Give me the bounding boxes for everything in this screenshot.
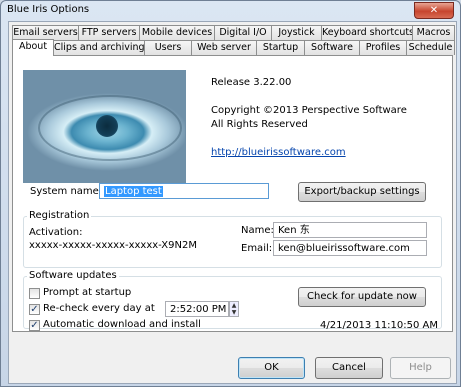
email-input[interactable]: ken@blueirissoftware.com <box>273 240 427 256</box>
activation-value: xxxxx-xxxxx-xxxxx-xxxxx-X9N2M <box>29 240 197 251</box>
email-label: Email: <box>241 243 273 254</box>
auto-download-checkbox[interactable]: ✓ <box>29 320 40 331</box>
export-backup-button[interactable]: Export/backup settings <box>298 182 426 202</box>
tab-keyboard-shortcuts[interactable]: Keyboard shortcuts <box>321 25 413 40</box>
options-window: Blue Iris Options ✕ Email servers FTP se… <box>0 0 461 387</box>
tab-about[interactable]: About <box>12 39 54 56</box>
title-bar: Blue Iris Options ✕ <box>1 1 460 19</box>
help-button[interactable]: Help <box>390 357 451 379</box>
name-label: Name: <box>241 225 274 236</box>
tab-schedule[interactable]: Schedule <box>406 40 455 55</box>
copyright-text: Copyright ©2013 Perspective Software <box>211 105 407 116</box>
spin-down-icon[interactable]: ▼ <box>230 309 238 316</box>
rights-text: All Rights Reserved <box>211 119 308 130</box>
prompt-at-startup-label: Prompt at startup <box>43 287 132 298</box>
tab-users[interactable]: Users <box>144 40 192 55</box>
name-input[interactable]: Ken 东 <box>273 222 427 238</box>
system-name-label: System name: <box>30 186 103 197</box>
tab-digital-io[interactable]: Digital I/O <box>214 25 272 40</box>
prompt-at-startup-checkbox[interactable] <box>29 288 40 299</box>
tab-clips-and-archiving[interactable]: Clips and archiving <box>53 40 145 55</box>
auto-download-label: Automatic download and install <box>43 319 201 330</box>
website-link[interactable]: http://blueirissoftware.com <box>211 147 346 158</box>
close-icon[interactable]: ✕ <box>414 2 454 19</box>
registration-title: Registration <box>27 210 92 221</box>
activation-label: Activation: <box>29 227 83 238</box>
tab-email-servers[interactable]: Email servers <box>12 25 79 40</box>
software-updates-title: Software updates <box>27 270 119 281</box>
cancel-button[interactable]: Cancel <box>315 357 383 379</box>
tab-software[interactable]: Software <box>304 40 360 55</box>
tab-macros[interactable]: Macros <box>412 25 455 40</box>
tab-ftp-servers[interactable]: FTP servers <box>78 25 140 40</box>
tab-startup[interactable]: Startup <box>256 40 305 55</box>
about-panel: Release 3.22.00 Copyright ©2013 Perspect… <box>12 55 453 332</box>
time-spinner[interactable]: ▲ ▼ <box>229 301 239 317</box>
recheck-label: Re-check every day at <box>43 303 155 314</box>
dialog-client: Email servers FTP servers Mobile devices… <box>8 21 457 384</box>
recheck-time-input[interactable]: 2:52:00 PM <box>165 301 229 317</box>
recheck-checkbox[interactable]: ✓ <box>29 304 40 315</box>
blue-iris-eye-logo <box>23 70 186 183</box>
ok-button[interactable]: OK <box>238 357 305 379</box>
system-name-input[interactable]: Laptop test <box>99 183 269 199</box>
tab-web-server[interactable]: Web server <box>191 40 257 55</box>
last-check-timestamp: 4/21/2013 11:10:50 AM <box>320 320 439 331</box>
tab-mobile-devices[interactable]: Mobile devices <box>139 25 215 40</box>
spin-up-icon[interactable]: ▲ <box>230 302 238 309</box>
release-text: Release 3.22.00 <box>211 77 292 88</box>
tab-joystick[interactable]: Joystick <box>271 25 322 40</box>
window-title: Blue Iris Options <box>7 4 90 15</box>
check-for-update-button[interactable]: Check for update now <box>298 287 426 307</box>
tab-profiles[interactable]: Profiles <box>359 40 407 55</box>
